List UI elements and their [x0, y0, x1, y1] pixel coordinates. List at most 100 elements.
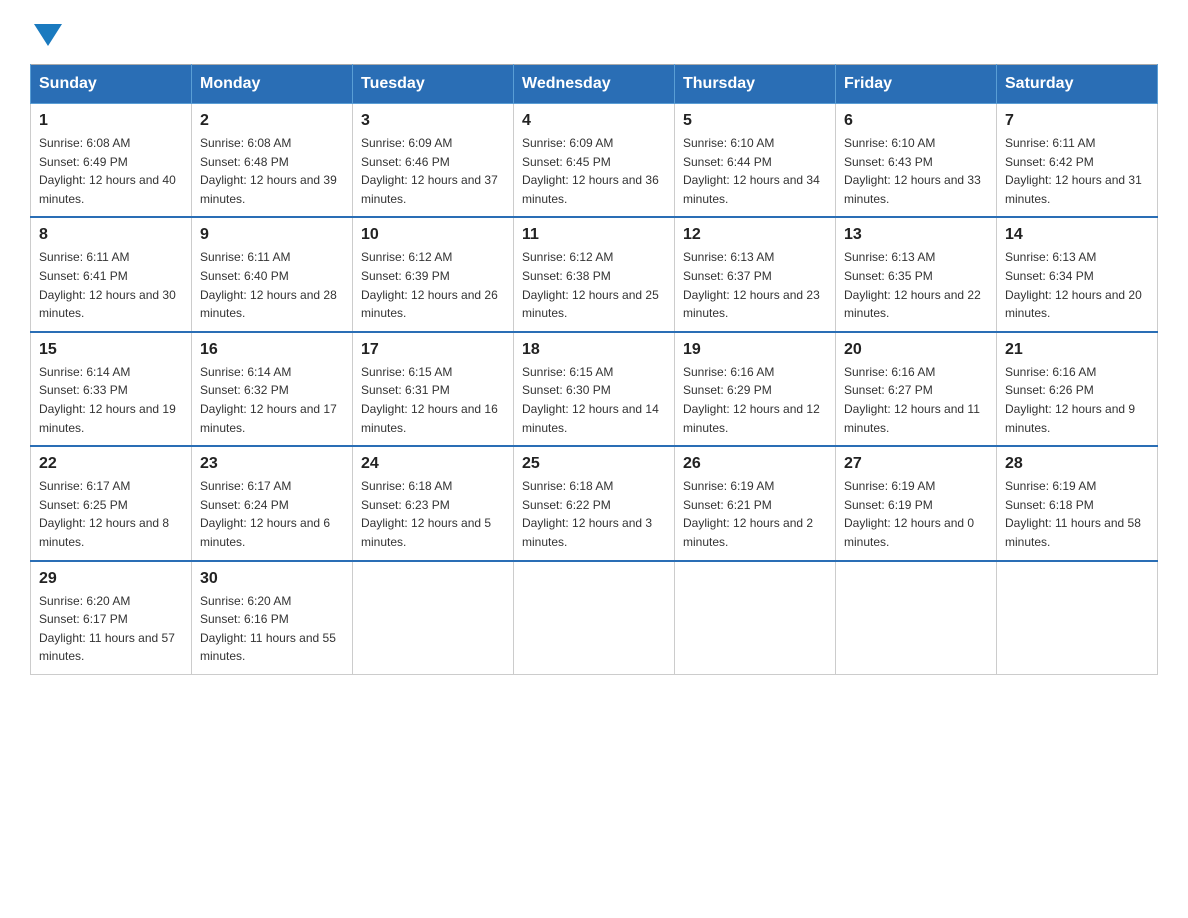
calendar-cell: 24 Sunrise: 6:18 AMSunset: 6:23 PMDaylig…	[353, 446, 514, 560]
day-info: Sunrise: 6:11 AMSunset: 6:40 PMDaylight:…	[200, 248, 344, 322]
calendar-cell: 10 Sunrise: 6:12 AMSunset: 6:39 PMDaylig…	[353, 217, 514, 331]
day-number: 6	[844, 112, 988, 130]
weekday-header-friday: Friday	[836, 65, 997, 104]
day-number: 29	[39, 570, 183, 588]
day-number: 16	[200, 341, 344, 359]
day-info: Sunrise: 6:20 AMSunset: 6:16 PMDaylight:…	[200, 592, 344, 666]
day-info: Sunrise: 6:16 AMSunset: 6:26 PMDaylight:…	[1005, 363, 1149, 437]
day-number: 23	[200, 455, 344, 473]
calendar-cell: 14 Sunrise: 6:13 AMSunset: 6:34 PMDaylig…	[997, 217, 1158, 331]
calendar-cell: 30 Sunrise: 6:20 AMSunset: 6:16 PMDaylig…	[192, 561, 353, 675]
weekday-header-sunday: Sunday	[31, 65, 192, 104]
calendar-cell	[836, 561, 997, 675]
day-number: 9	[200, 226, 344, 244]
logo-triangle-icon	[34, 24, 62, 46]
day-number: 24	[361, 455, 505, 473]
calendar-cell: 3 Sunrise: 6:09 AMSunset: 6:46 PMDayligh…	[353, 104, 514, 218]
calendar-cell	[675, 561, 836, 675]
day-info: Sunrise: 6:11 AMSunset: 6:42 PMDaylight:…	[1005, 134, 1149, 208]
day-number: 18	[522, 341, 666, 359]
day-info: Sunrise: 6:20 AMSunset: 6:17 PMDaylight:…	[39, 592, 183, 666]
day-info: Sunrise: 6:18 AMSunset: 6:23 PMDaylight:…	[361, 477, 505, 551]
page-header	[30, 20, 1158, 44]
calendar-cell: 11 Sunrise: 6:12 AMSunset: 6:38 PMDaylig…	[514, 217, 675, 331]
calendar-cell: 7 Sunrise: 6:11 AMSunset: 6:42 PMDayligh…	[997, 104, 1158, 218]
day-number: 4	[522, 112, 666, 130]
day-info: Sunrise: 6:15 AMSunset: 6:31 PMDaylight:…	[361, 363, 505, 437]
week-row-1: 1 Sunrise: 6:08 AMSunset: 6:49 PMDayligh…	[31, 104, 1158, 218]
day-info: Sunrise: 6:17 AMSunset: 6:24 PMDaylight:…	[200, 477, 344, 551]
calendar-cell: 22 Sunrise: 6:17 AMSunset: 6:25 PMDaylig…	[31, 446, 192, 560]
day-info: Sunrise: 6:16 AMSunset: 6:29 PMDaylight:…	[683, 363, 827, 437]
weekday-header-monday: Monday	[192, 65, 353, 104]
day-info: Sunrise: 6:09 AMSunset: 6:45 PMDaylight:…	[522, 134, 666, 208]
day-info: Sunrise: 6:15 AMSunset: 6:30 PMDaylight:…	[522, 363, 666, 437]
calendar-cell: 28 Sunrise: 6:19 AMSunset: 6:18 PMDaylig…	[997, 446, 1158, 560]
day-number: 5	[683, 112, 827, 130]
calendar-cell: 21 Sunrise: 6:16 AMSunset: 6:26 PMDaylig…	[997, 332, 1158, 446]
day-info: Sunrise: 6:11 AMSunset: 6:41 PMDaylight:…	[39, 248, 183, 322]
day-info: Sunrise: 6:14 AMSunset: 6:33 PMDaylight:…	[39, 363, 183, 437]
week-row-2: 8 Sunrise: 6:11 AMSunset: 6:41 PMDayligh…	[31, 217, 1158, 331]
week-row-4: 22 Sunrise: 6:17 AMSunset: 6:25 PMDaylig…	[31, 446, 1158, 560]
day-number: 13	[844, 226, 988, 244]
day-number: 14	[1005, 226, 1149, 244]
day-number: 8	[39, 226, 183, 244]
calendar-cell: 8 Sunrise: 6:11 AMSunset: 6:41 PMDayligh…	[31, 217, 192, 331]
day-number: 17	[361, 341, 505, 359]
calendar-cell: 16 Sunrise: 6:14 AMSunset: 6:32 PMDaylig…	[192, 332, 353, 446]
day-number: 1	[39, 112, 183, 130]
day-info: Sunrise: 6:13 AMSunset: 6:34 PMDaylight:…	[1005, 248, 1149, 322]
calendar-cell: 5 Sunrise: 6:10 AMSunset: 6:44 PMDayligh…	[675, 104, 836, 218]
day-info: Sunrise: 6:19 AMSunset: 6:21 PMDaylight:…	[683, 477, 827, 551]
calendar-cell	[353, 561, 514, 675]
week-row-3: 15 Sunrise: 6:14 AMSunset: 6:33 PMDaylig…	[31, 332, 1158, 446]
weekday-header-saturday: Saturday	[997, 65, 1158, 104]
day-number: 25	[522, 455, 666, 473]
logo	[30, 20, 62, 44]
day-number: 15	[39, 341, 183, 359]
calendar-cell: 1 Sunrise: 6:08 AMSunset: 6:49 PMDayligh…	[31, 104, 192, 218]
calendar-cell: 12 Sunrise: 6:13 AMSunset: 6:37 PMDaylig…	[675, 217, 836, 331]
day-info: Sunrise: 6:12 AMSunset: 6:38 PMDaylight:…	[522, 248, 666, 322]
calendar-cell: 2 Sunrise: 6:08 AMSunset: 6:48 PMDayligh…	[192, 104, 353, 218]
day-info: Sunrise: 6:14 AMSunset: 6:32 PMDaylight:…	[200, 363, 344, 437]
day-info: Sunrise: 6:19 AMSunset: 6:18 PMDaylight:…	[1005, 477, 1149, 551]
day-info: Sunrise: 6:18 AMSunset: 6:22 PMDaylight:…	[522, 477, 666, 551]
day-number: 28	[1005, 455, 1149, 473]
day-info: Sunrise: 6:08 AMSunset: 6:49 PMDaylight:…	[39, 134, 183, 208]
calendar-cell: 26 Sunrise: 6:19 AMSunset: 6:21 PMDaylig…	[675, 446, 836, 560]
day-number: 20	[844, 341, 988, 359]
day-info: Sunrise: 6:19 AMSunset: 6:19 PMDaylight:…	[844, 477, 988, 551]
calendar-cell: 9 Sunrise: 6:11 AMSunset: 6:40 PMDayligh…	[192, 217, 353, 331]
calendar-cell: 6 Sunrise: 6:10 AMSunset: 6:43 PMDayligh…	[836, 104, 997, 218]
day-info: Sunrise: 6:17 AMSunset: 6:25 PMDaylight:…	[39, 477, 183, 551]
day-info: Sunrise: 6:13 AMSunset: 6:37 PMDaylight:…	[683, 248, 827, 322]
day-info: Sunrise: 6:12 AMSunset: 6:39 PMDaylight:…	[361, 248, 505, 322]
day-info: Sunrise: 6:08 AMSunset: 6:48 PMDaylight:…	[200, 134, 344, 208]
day-number: 30	[200, 570, 344, 588]
day-number: 19	[683, 341, 827, 359]
day-info: Sunrise: 6:10 AMSunset: 6:43 PMDaylight:…	[844, 134, 988, 208]
weekday-header-tuesday: Tuesday	[353, 65, 514, 104]
day-info: Sunrise: 6:09 AMSunset: 6:46 PMDaylight:…	[361, 134, 505, 208]
calendar-cell: 23 Sunrise: 6:17 AMSunset: 6:24 PMDaylig…	[192, 446, 353, 560]
calendar-cell: 20 Sunrise: 6:16 AMSunset: 6:27 PMDaylig…	[836, 332, 997, 446]
day-number: 3	[361, 112, 505, 130]
calendar-cell	[997, 561, 1158, 675]
day-info: Sunrise: 6:16 AMSunset: 6:27 PMDaylight:…	[844, 363, 988, 437]
calendar-cell: 13 Sunrise: 6:13 AMSunset: 6:35 PMDaylig…	[836, 217, 997, 331]
day-number: 10	[361, 226, 505, 244]
calendar-cell: 17 Sunrise: 6:15 AMSunset: 6:31 PMDaylig…	[353, 332, 514, 446]
calendar-cell: 25 Sunrise: 6:18 AMSunset: 6:22 PMDaylig…	[514, 446, 675, 560]
weekday-header-row: SundayMondayTuesdayWednesdayThursdayFrid…	[31, 65, 1158, 104]
calendar-table: SundayMondayTuesdayWednesdayThursdayFrid…	[30, 64, 1158, 675]
day-number: 7	[1005, 112, 1149, 130]
calendar-cell: 27 Sunrise: 6:19 AMSunset: 6:19 PMDaylig…	[836, 446, 997, 560]
day-number: 21	[1005, 341, 1149, 359]
day-number: 27	[844, 455, 988, 473]
day-number: 22	[39, 455, 183, 473]
day-number: 11	[522, 226, 666, 244]
calendar-cell: 15 Sunrise: 6:14 AMSunset: 6:33 PMDaylig…	[31, 332, 192, 446]
calendar-cell	[514, 561, 675, 675]
